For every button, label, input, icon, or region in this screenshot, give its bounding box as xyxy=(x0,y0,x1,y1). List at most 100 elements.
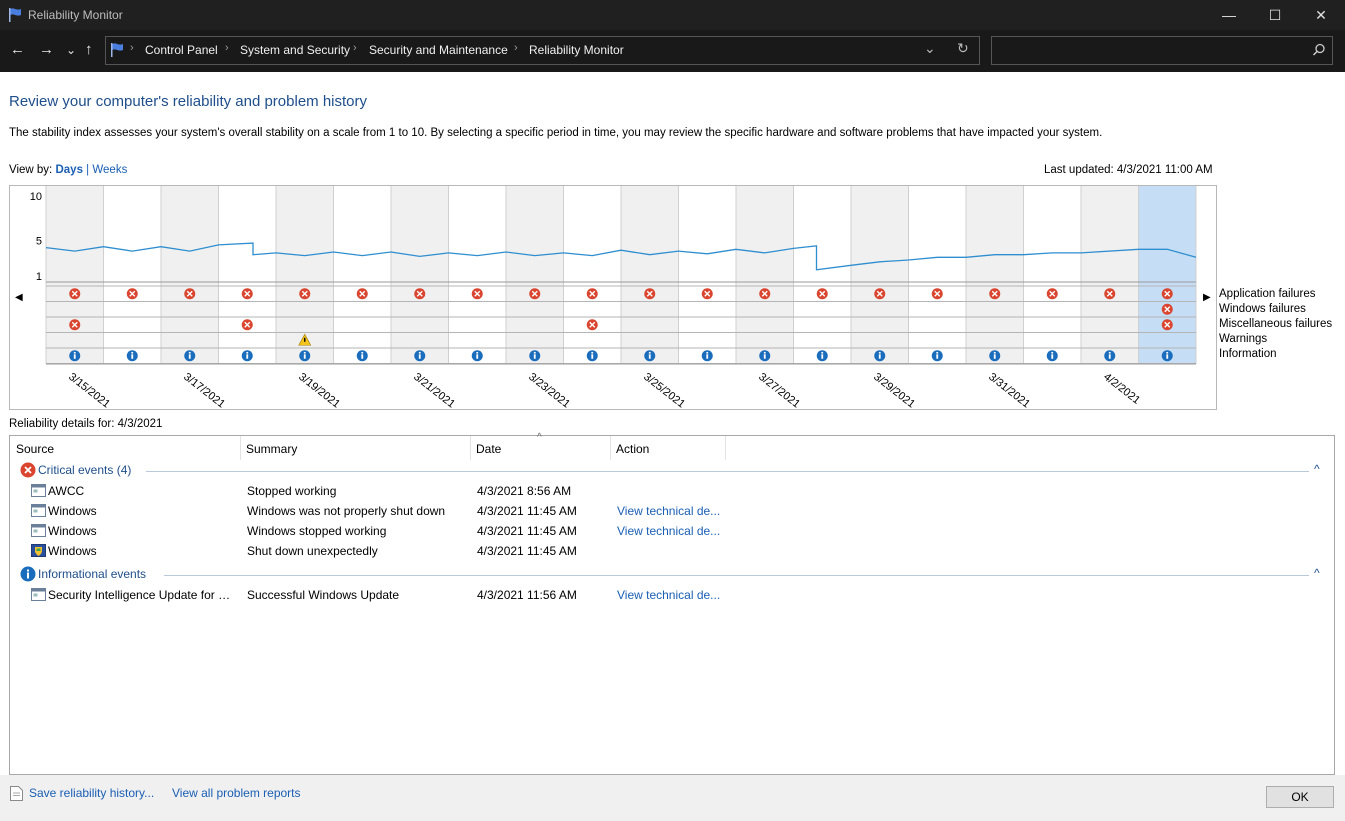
day-column xyxy=(966,186,1024,364)
recent-locations-button[interactable]: ⌄ xyxy=(66,40,76,60)
info-icon-dot xyxy=(303,351,306,354)
day-column xyxy=(678,186,736,364)
group-informational-events[interactable]: Informational events ^ xyxy=(18,566,1330,584)
x-tick-label: 4/2/2021 xyxy=(1101,371,1142,407)
day-column xyxy=(1138,186,1196,364)
column-action[interactable]: Action xyxy=(616,442,649,456)
row-source: Windows xyxy=(48,504,97,518)
maximize-button[interactable]: ☐ xyxy=(1252,0,1298,30)
table-row[interactable]: AWCC Stopped working 4/3/2021 8:56 AM xyxy=(10,481,1332,501)
view-by-weeks-link[interactable]: Weeks xyxy=(92,164,127,176)
column-source[interactable]: Source xyxy=(16,442,54,456)
x-tick-label: 3/23/2021 xyxy=(526,371,572,409)
day-column xyxy=(103,186,161,364)
info-icon-dot xyxy=(246,351,249,354)
page-description: The stability index assesses your system… xyxy=(9,127,1103,139)
row-action-link[interactable]: View technical de... xyxy=(617,504,720,518)
row-action-link[interactable]: View technical de... xyxy=(617,524,720,538)
info-icon-dot xyxy=(131,351,134,354)
address-dropdown-button[interactable]: ⌄ xyxy=(924,40,936,57)
minimize-button[interactable]: — xyxy=(1206,0,1252,30)
row-date: 4/3/2021 8:56 AM xyxy=(477,484,572,498)
search-icon[interactable] xyxy=(1312,43,1326,57)
document-icon xyxy=(10,786,23,801)
column-divider[interactable] xyxy=(610,436,611,460)
view-by-days-link[interactable]: Days xyxy=(55,164,83,176)
table-row[interactable]: Windows Shut down unexpectedly 4/3/2021 … xyxy=(10,541,1332,561)
legend-miscellaneous-failures: Miscellaneous failures xyxy=(1219,318,1333,330)
forward-button[interactable]: → xyxy=(39,40,54,60)
column-summary[interactable]: Summary xyxy=(246,442,297,456)
info-icon-mark xyxy=(1051,354,1054,359)
column-divider[interactable] xyxy=(725,436,726,460)
view-all-problem-reports-link[interactable]: View all problem reports xyxy=(172,786,301,800)
column-divider[interactable] xyxy=(240,436,241,460)
x-tick-label: 3/29/2021 xyxy=(871,371,917,409)
flag-icon xyxy=(9,8,21,22)
group-critical-events[interactable]: Critical events (4) ^ xyxy=(18,462,1330,480)
group-divider xyxy=(164,575,1309,576)
group-informational-title: Informational events xyxy=(38,567,147,581)
row-summary: Successful Windows Update xyxy=(247,588,400,602)
info-icon-mark xyxy=(591,354,594,359)
info-icon-dot xyxy=(993,351,996,354)
scroll-left-arrow-icon[interactable]: ◀ xyxy=(15,292,23,303)
info-icon-dot xyxy=(73,351,76,354)
up-button[interactable]: ↑ xyxy=(85,40,93,60)
page-title: Review your computer's reliability and p… xyxy=(9,93,368,110)
breadcrumb-system-and-security[interactable]: System and Security xyxy=(240,43,350,57)
info-icon-dot xyxy=(476,351,479,354)
info-icon-dot xyxy=(1051,351,1054,354)
save-reliability-history-link[interactable]: Save reliability history... xyxy=(29,786,154,800)
breadcrumb-security-and-maintenance[interactable]: Security and Maintenance xyxy=(369,43,508,57)
collapse-chevron-icon[interactable]: ^ xyxy=(1314,462,1320,476)
row-action-link[interactable]: View technical de... xyxy=(617,588,720,602)
search-input[interactable] xyxy=(996,41,1300,60)
search-box[interactable] xyxy=(991,36,1333,65)
x-tick-label: 3/31/2021 xyxy=(986,371,1032,409)
info-icon-mark xyxy=(706,354,709,359)
table-row[interactable]: Windows Windows was not properly shut do… xyxy=(10,501,1332,521)
ok-button[interactable]: OK xyxy=(1266,786,1334,808)
group-divider xyxy=(146,471,1309,472)
table-row[interactable]: Windows Windows stopped working 4/3/2021… xyxy=(10,521,1332,541)
x-tick-label: 3/19/2021 xyxy=(296,371,342,409)
info-icon-dot xyxy=(648,351,651,354)
breadcrumb-control-panel[interactable]: Control Panel xyxy=(145,43,218,57)
column-divider[interactable] xyxy=(470,436,471,460)
refresh-button[interactable]: ↻ xyxy=(957,40,969,57)
row-summary: Stopped working xyxy=(247,484,337,498)
info-icon-dot xyxy=(821,351,824,354)
table-row[interactable]: Security Intelligence Update for M... Su… xyxy=(10,585,1332,605)
app-window-icon xyxy=(31,588,46,601)
chevron-right-icon: › xyxy=(130,42,134,54)
collapse-chevron-icon[interactable]: ^ xyxy=(1314,566,1320,580)
warning-icon-mark xyxy=(304,337,306,342)
info-icon-mark xyxy=(763,354,766,359)
last-updated: Last updated: 4/3/2021 11:00 AM xyxy=(1044,164,1213,176)
info-icon-mark xyxy=(73,354,76,359)
scroll-right-arrow-icon[interactable]: ▶ xyxy=(1203,292,1211,303)
column-date[interactable]: Date xyxy=(476,442,501,456)
reliability-chart-svg[interactable]: 10 5 1 ◀ ▶ 3/15/2021 3/17/2021 3/19/2021 3/21/20… xyxy=(10,186,1216,409)
title-bar: Reliability Monitor — ☐ ✕ xyxy=(0,0,1345,30)
y-tick-label: 1 xyxy=(36,271,42,283)
reliability-chart[interactable]: 10 5 1 ◀ ▶ 3/15/2021 3/17/2021 3/19/2021 3/21/20… xyxy=(9,185,1217,410)
info-icon-dot xyxy=(706,351,709,354)
address-bar[interactable]: › Control Panel › System and Security › … xyxy=(105,36,980,65)
day-column xyxy=(621,186,679,364)
footer-bar: Save reliability history... View all pro… xyxy=(0,775,1345,821)
day-column xyxy=(736,186,794,364)
close-button[interactable]: ✕ xyxy=(1298,0,1344,30)
group-critical-title: Critical events (4) xyxy=(38,463,132,477)
row-summary: Windows was not properly shut down xyxy=(247,504,446,518)
x-tick-label: 3/27/2021 xyxy=(756,371,802,409)
info-icon-mark xyxy=(303,354,306,359)
legend-application-failures: Application failures xyxy=(1219,288,1316,300)
row-source: Security Intelligence Update for M... xyxy=(48,588,238,602)
breadcrumb-reliability-monitor[interactable]: Reliability Monitor xyxy=(529,43,624,57)
info-icon-mark xyxy=(821,354,824,359)
day-column xyxy=(1081,186,1139,364)
back-button[interactable]: ← xyxy=(10,40,25,60)
info-icon-mark xyxy=(993,354,996,359)
